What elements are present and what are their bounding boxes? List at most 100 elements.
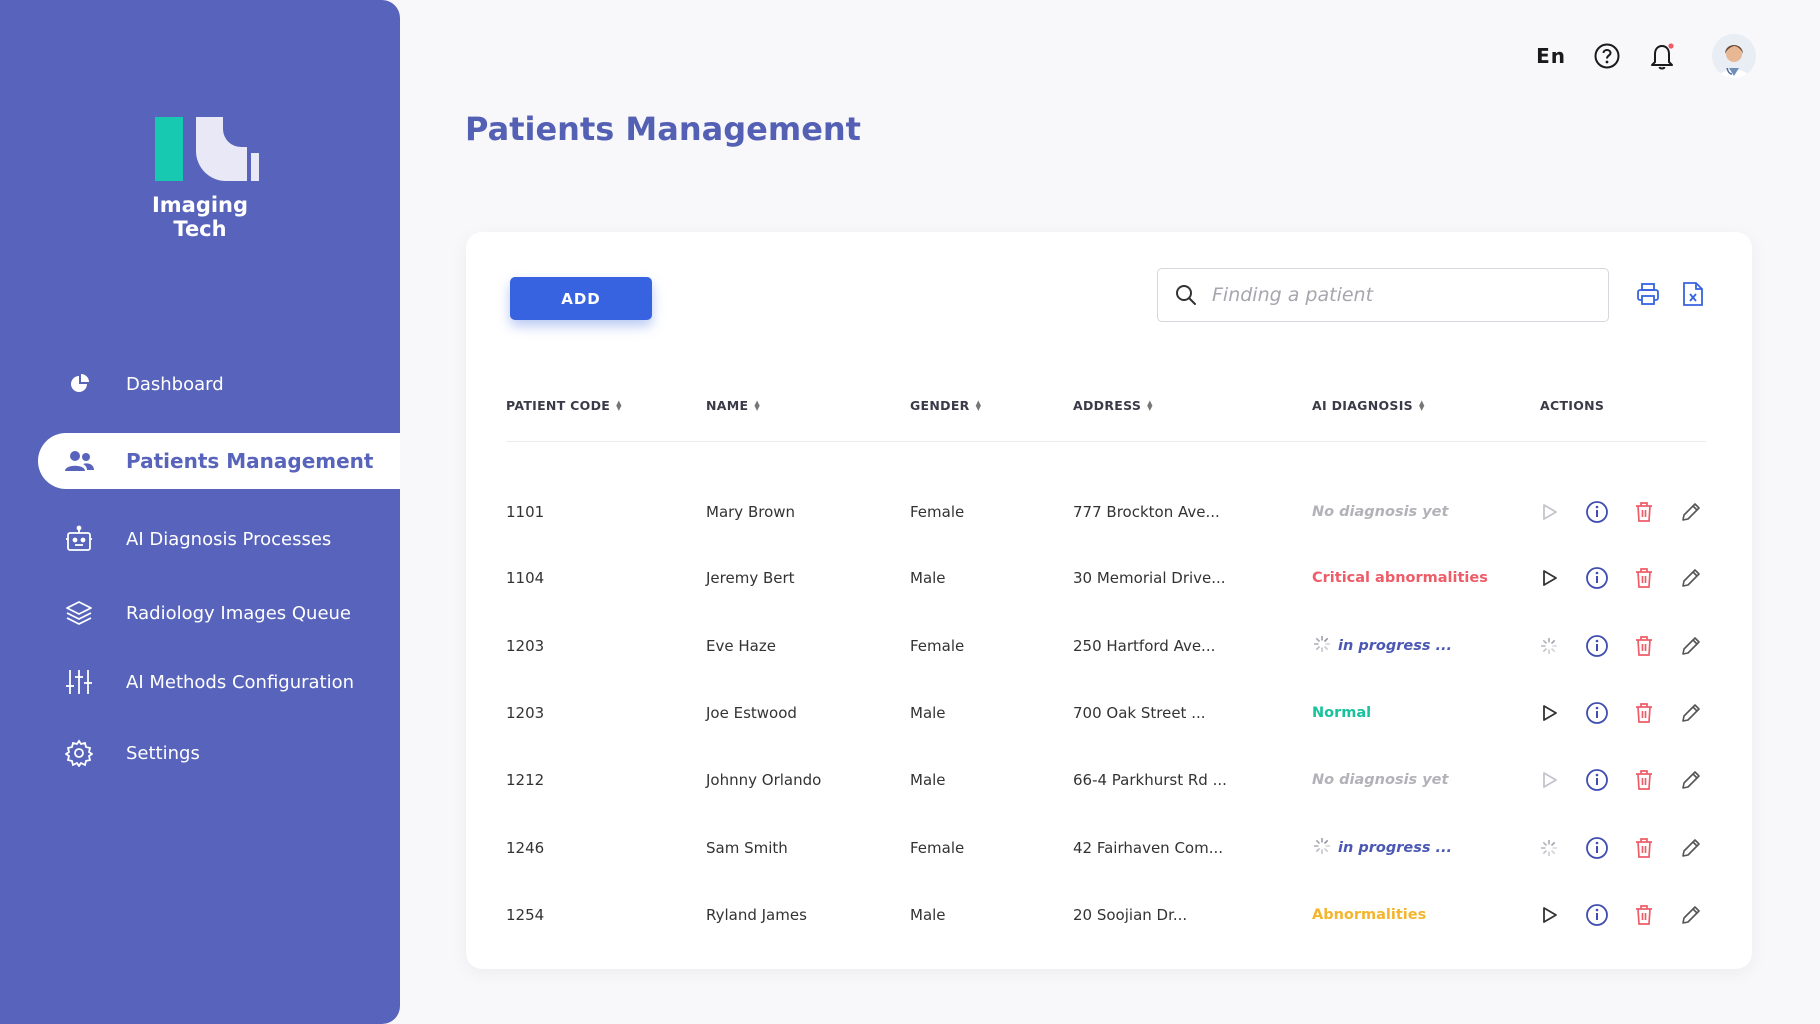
- edit-icon[interactable]: [1677, 544, 1705, 611]
- column-header-name[interactable]: NAME ▲ ▼: [706, 398, 760, 413]
- page-title: Patients Management: [465, 110, 861, 148]
- run-diagnosis-icon[interactable]: [1535, 746, 1563, 813]
- cell-name: Eve Haze: [706, 636, 776, 655]
- sidebar-item-ai-diagnosis-processes[interactable]: AI Diagnosis Processes: [38, 511, 400, 567]
- column-header-address[interactable]: ADDRESS ▲ ▼: [1073, 398, 1153, 413]
- search-icon: [1174, 283, 1198, 307]
- run-diagnosis-icon[interactable]: [1535, 679, 1563, 746]
- sort-icon: ▲ ▼: [1418, 398, 1425, 412]
- run-diagnosis-icon[interactable]: [1535, 881, 1563, 948]
- delete-icon[interactable]: [1630, 679, 1658, 746]
- sidebar-item-dashboard[interactable]: Dashboard: [38, 356, 400, 412]
- table-row[interactable]: 1212 Johnny Orlando Male 66-4 Parkhurst Rd …: [466, 746, 1752, 813]
- edit-icon[interactable]: [1677, 478, 1705, 545]
- delete-icon[interactable]: [1630, 746, 1658, 813]
- info-icon[interactable]: [1583, 612, 1611, 679]
- bell-icon[interactable]: [1648, 41, 1678, 71]
- info-icon[interactable]: [1583, 814, 1611, 881]
- users-icon: [62, 444, 96, 478]
- edit-icon[interactable]: [1677, 814, 1705, 881]
- cell-code: 1212: [506, 770, 545, 789]
- ai-diagnosis-status: in progress ...: [1312, 612, 1452, 679]
- cell-code: 1254: [506, 905, 545, 924]
- cell-code: 1246: [506, 838, 545, 857]
- patients-card: ADD PATIENT CODE▲▼ NAME▲▼ GENDER▲▼ ADDRE…: [466, 232, 1752, 969]
- search-box: [1157, 268, 1609, 322]
- table-row[interactable]: 1246 Sam Smith Female 42 Fairhaven Com... in…: [466, 814, 1752, 881]
- language-selector[interactable]: En: [1536, 44, 1566, 68]
- pie-chart-icon: [62, 367, 96, 401]
- cell-address: 42 Fairhaven Com...: [1073, 838, 1224, 857]
- delete-icon[interactable]: [1630, 612, 1658, 679]
- ai-diagnosis-status: Abnormalities: [1312, 906, 1427, 923]
- info-icon[interactable]: [1583, 881, 1611, 948]
- sidebar: Imaging Tech Dashboard Patients Manageme…: [0, 0, 400, 1024]
- sidebar-item-settings[interactable]: Settings: [38, 725, 400, 781]
- delete-icon[interactable]: [1630, 814, 1658, 881]
- sort-icon: ▲ ▼: [754, 398, 761, 412]
- run-diagnosis-icon[interactable]: [1535, 544, 1563, 611]
- logo-mark-icon: [155, 117, 265, 182]
- spinner-icon: [1312, 836, 1332, 860]
- export-excel-icon[interactable]: [1679, 280, 1707, 308]
- ai-diagnosis-status: Normal: [1312, 704, 1372, 721]
- print-icon[interactable]: [1634, 280, 1662, 308]
- cell-name: Jeremy Bert: [706, 568, 795, 587]
- cell-gender: Female: [910, 502, 965, 521]
- table-row[interactable]: 1101 Mary Brown Female 777 Brockton Ave... N…: [466, 478, 1752, 545]
- cell-code: 1203: [506, 703, 545, 722]
- edit-icon[interactable]: [1677, 881, 1705, 948]
- ai-diagnosis-status: in progress ...: [1312, 814, 1452, 881]
- info-icon[interactable]: [1583, 746, 1611, 813]
- sort-icon: ▲ ▼: [1147, 398, 1153, 412]
- table-row[interactable]: 1203 Eve Haze Female 250 Hartford Ave... in …: [466, 612, 1752, 679]
- sort-icon: ▲ ▼: [975, 398, 982, 412]
- cell-address: 66-4 Parkhurst Rd ...: [1073, 770, 1227, 789]
- edit-icon[interactable]: [1677, 746, 1705, 813]
- info-icon[interactable]: [1583, 679, 1611, 746]
- cell-code: 1101: [506, 502, 545, 521]
- layers-icon: [62, 596, 96, 630]
- delete-icon[interactable]: [1630, 478, 1658, 545]
- sidebar-item-label: Patients Management: [126, 449, 374, 473]
- run-diagnosis-icon[interactable]: [1535, 478, 1563, 545]
- sidebar-item-label: Settings: [126, 742, 200, 764]
- cell-gender: Male: [910, 770, 946, 789]
- ai-diagnosis-status: No diagnosis yet: [1312, 771, 1449, 788]
- delete-icon[interactable]: [1630, 881, 1658, 948]
- cell-name: Ryland James: [706, 905, 807, 924]
- edit-icon[interactable]: [1677, 679, 1705, 746]
- help-icon[interactable]: [1592, 41, 1622, 71]
- table-row[interactable]: 1104 Jeremy Bert Male 30 Memorial Drive... C…: [466, 544, 1752, 611]
- cell-gender: Male: [910, 568, 946, 587]
- cell-address: 777 Brockton Ave...: [1073, 502, 1220, 521]
- top-bar: En: [1536, 34, 1756, 78]
- table-row[interactable]: 1254 Ryland James Male 20 Soojian Dr... Abno…: [466, 881, 1752, 948]
- add-patient-button[interactable]: ADD: [510, 277, 652, 320]
- cell-name: Sam Smith: [706, 838, 788, 857]
- spinner-icon: [1535, 814, 1563, 881]
- table-row[interactable]: 1203 Joe Estwood Male 700 Oak Street ... Nor…: [466, 679, 1752, 746]
- sidebar-item-label: Dashboard: [126, 373, 224, 395]
- column-header-patient-code[interactable]: PATIENT CODE ▲ ▼: [506, 398, 622, 413]
- column-header-gender[interactable]: GENDER ▲ ▼: [910, 398, 981, 413]
- cell-name: Johnny Orlando: [706, 770, 822, 789]
- cell-gender: Male: [910, 703, 946, 722]
- search-input[interactable]: [1212, 284, 1592, 306]
- sort-icon: ▲ ▼: [616, 398, 622, 412]
- sidebar-item-radiology-images-queue[interactable]: Radiology Images Queue: [38, 585, 400, 641]
- cell-code: 1104: [506, 568, 545, 587]
- sidebar-item-ai-methods-configuration[interactable]: AI Methods Configuration: [38, 654, 400, 710]
- edit-icon[interactable]: [1677, 612, 1705, 679]
- info-icon[interactable]: [1583, 544, 1611, 611]
- column-header-ai-diagnosis[interactable]: AI DIAGNOSIS ▲ ▼: [1312, 398, 1425, 413]
- info-icon[interactable]: [1583, 478, 1611, 545]
- delete-icon[interactable]: [1630, 544, 1658, 611]
- cell-gender: Female: [910, 838, 965, 857]
- brand-logo[interactable]: Imaging Tech: [125, 115, 285, 241]
- spinner-icon: [1535, 612, 1563, 679]
- cell-address: 700 Oak Street ...: [1073, 703, 1206, 722]
- cell-name: Joe Estwood: [706, 703, 797, 722]
- sidebar-item-patients-management[interactable]: Patients Management: [38, 433, 400, 489]
- avatar[interactable]: [1712, 34, 1756, 78]
